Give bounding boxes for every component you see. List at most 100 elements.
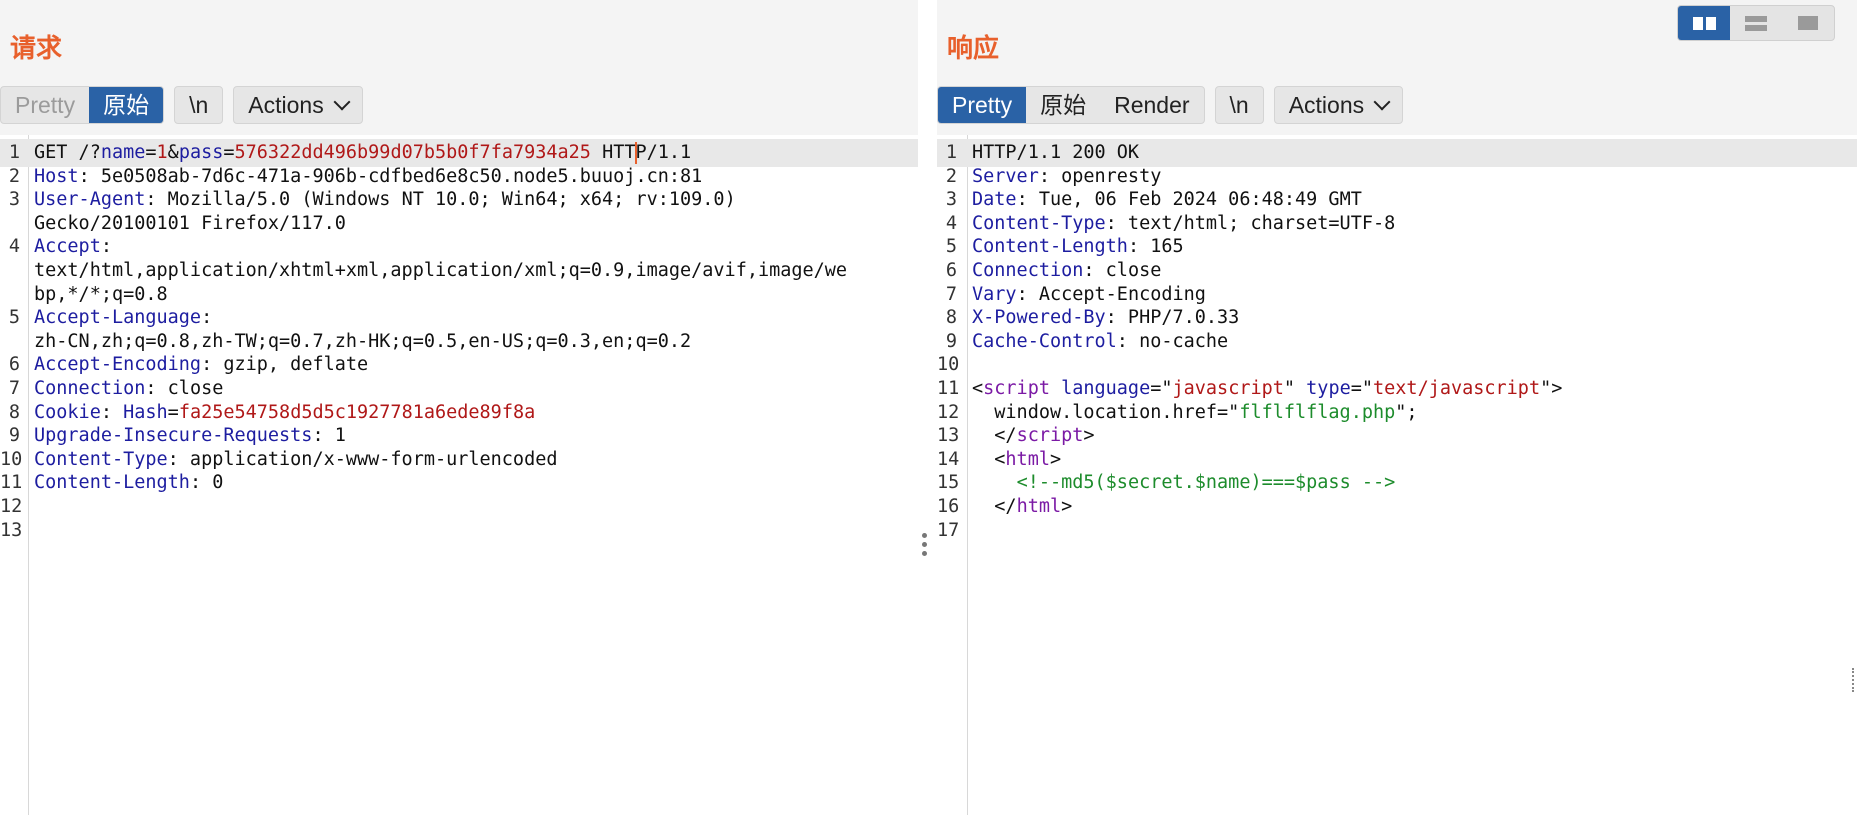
token: type: [1306, 378, 1351, 399]
token: </: [972, 425, 1017, 447]
token: text/javascript: [1373, 378, 1541, 399]
token: 576322dd496b99d07b5b0f7fa7934a25: [234, 142, 591, 163]
request-title: 请求: [10, 33, 63, 63]
response-toolbar: Pretty 原始 Render \n Actions: [937, 86, 1413, 124]
response-actions-group: Actions: [1273, 86, 1404, 124]
token: Accept: [34, 236, 101, 258]
token: language: [1061, 378, 1151, 399]
token: ": [1283, 378, 1307, 399]
token: Gecko/20100101 Firefox/117.0: [34, 212, 346, 234]
token: Connection: [972, 260, 1084, 281]
response-view-tabs: Pretty 原始 Render: [937, 86, 1205, 124]
tab-raw[interactable]: 原始: [89, 87, 164, 123]
token: script: [1016, 425, 1084, 447]
token: : Accept-Encoding: [1016, 283, 1206, 305]
response-newline-group: \n: [1214, 86, 1264, 124]
scroll-handle-icon[interactable]: [1852, 668, 1857, 692]
token: =: [145, 142, 157, 163]
token: Content-Length: [972, 236, 1128, 258]
token: </: [972, 496, 1017, 517]
split-view-icon[interactable]: [1678, 6, 1730, 40]
token: : 165: [1127, 236, 1184, 258]
token: &: [167, 142, 179, 163]
token: : PHP/7.0.33: [1105, 307, 1240, 329]
token: :: [100, 401, 124, 423]
token: : no-cache: [1116, 330, 1229, 352]
single-view-icon[interactable]: [1782, 6, 1834, 40]
token: User-Agent: [34, 189, 146, 211]
rows-view-icon[interactable]: [1730, 6, 1782, 40]
token: >: [1061, 496, 1073, 517]
layout-switcher: [1677, 5, 1835, 41]
code-line[interactable]: 17: [937, 517, 1857, 545]
actions-dropdown[interactable]: Actions: [234, 87, 361, 123]
response-editor[interactable]: 1 HTTP/1.1 200 OK 2 Server: openresty 3 Date:…: [937, 135, 1857, 815]
token: GET /?: [34, 142, 101, 163]
request-panel: 请求 Pretty 原始 \n Actions 1 GET /?name=1&pa…: [0, 0, 918, 815]
pane-splitter[interactable]: [918, 0, 937, 815]
show-newlines-button[interactable]: \n: [175, 87, 222, 123]
drag-handle-icon[interactable]: [922, 533, 927, 560]
tab-render[interactable]: Render: [1100, 87, 1203, 123]
token: : 0: [189, 472, 224, 494]
chevron-down-icon: [333, 93, 351, 111]
token: Vary: [972, 283, 1017, 305]
token: : 5e0508ab-7d6c-471a-906b-cdfbed6e8c50.n…: [78, 165, 703, 187]
token: Accept-Language: [34, 307, 202, 329]
request-newline-group: \n: [174, 86, 224, 124]
token: Cache-Control: [972, 330, 1117, 352]
token: HTTP/1.1 200 OK: [972, 142, 1140, 163]
response-title: 响应: [947, 33, 1000, 63]
request-editor[interactable]: 1 GET /?name=1&pass=576322dd496b99d07b5b0…: [0, 135, 918, 815]
chevron-down-icon: [1373, 93, 1391, 111]
actions-label: Actions: [1288, 92, 1365, 118]
token: P/1.1: [635, 142, 692, 163]
token: Content-Type: [972, 212, 1106, 234]
token: html: [1005, 448, 1050, 470]
tab-pretty[interactable]: Pretty: [938, 87, 1027, 123]
token: Host: [34, 165, 79, 187]
token: :: [201, 307, 213, 329]
response-header: 响应 Pretty 原始 Render \n Actions: [937, 0, 1857, 135]
token: flflflflag.php: [1239, 401, 1396, 423]
token: Date: [972, 189, 1017, 211]
token: : 1: [312, 425, 346, 447]
token: zh-CN,zh;q=0.8,zh-TW;q=0.7,zh-HK;q=0.5,e…: [34, 330, 692, 352]
token: 1: [156, 142, 168, 163]
token: pass: [178, 142, 224, 163]
token: =: [167, 401, 179, 423]
response-panel: 响应 Pretty 原始 Render \n Actions 1 HTTP/1.1…: [937, 0, 1857, 815]
token: <: [972, 378, 984, 399]
token: Accept-Encoding: [34, 354, 202, 376]
token: :: [100, 236, 112, 258]
token: Upgrade-Insecure-Requests: [34, 425, 313, 447]
token: : text/html; charset=UTF-8: [1105, 212, 1396, 234]
token: >: [1083, 425, 1095, 447]
token: X-Powered-By: [972, 307, 1106, 329]
code-line[interactable]: 13: [0, 517, 918, 545]
token: HTT: [590, 142, 636, 163]
token: <: [972, 448, 1006, 470]
token: name: [100, 142, 146, 163]
token: Connection: [34, 378, 146, 399]
line-number: 13: [0, 519, 23, 541]
token: Hash: [123, 401, 168, 423]
token: ";: [1395, 401, 1418, 423]
token: =: [223, 142, 235, 163]
token: html: [1016, 496, 1062, 517]
actions-dropdown[interactable]: Actions: [1275, 87, 1402, 123]
show-newlines-button[interactable]: \n: [1216, 87, 1263, 123]
token: javascript: [1172, 378, 1284, 399]
tab-raw[interactable]: 原始: [1026, 87, 1100, 123]
line-number: 17: [937, 519, 960, 541]
tab-pretty[interactable]: Pretty: [1, 87, 89, 123]
actions-label: Actions: [248, 92, 324, 118]
token: : Mozilla/5.0 (Windows NT 10.0; Win64; x…: [145, 189, 736, 211]
token: fa25e54758d5d5c1927781a6ede89f8a: [178, 401, 536, 423]
token: : gzip, deflate: [201, 354, 369, 376]
token: =": [1150, 378, 1173, 399]
token: : application/x-www-form-urlencoded: [167, 448, 558, 470]
token: Content-Length: [34, 472, 190, 494]
